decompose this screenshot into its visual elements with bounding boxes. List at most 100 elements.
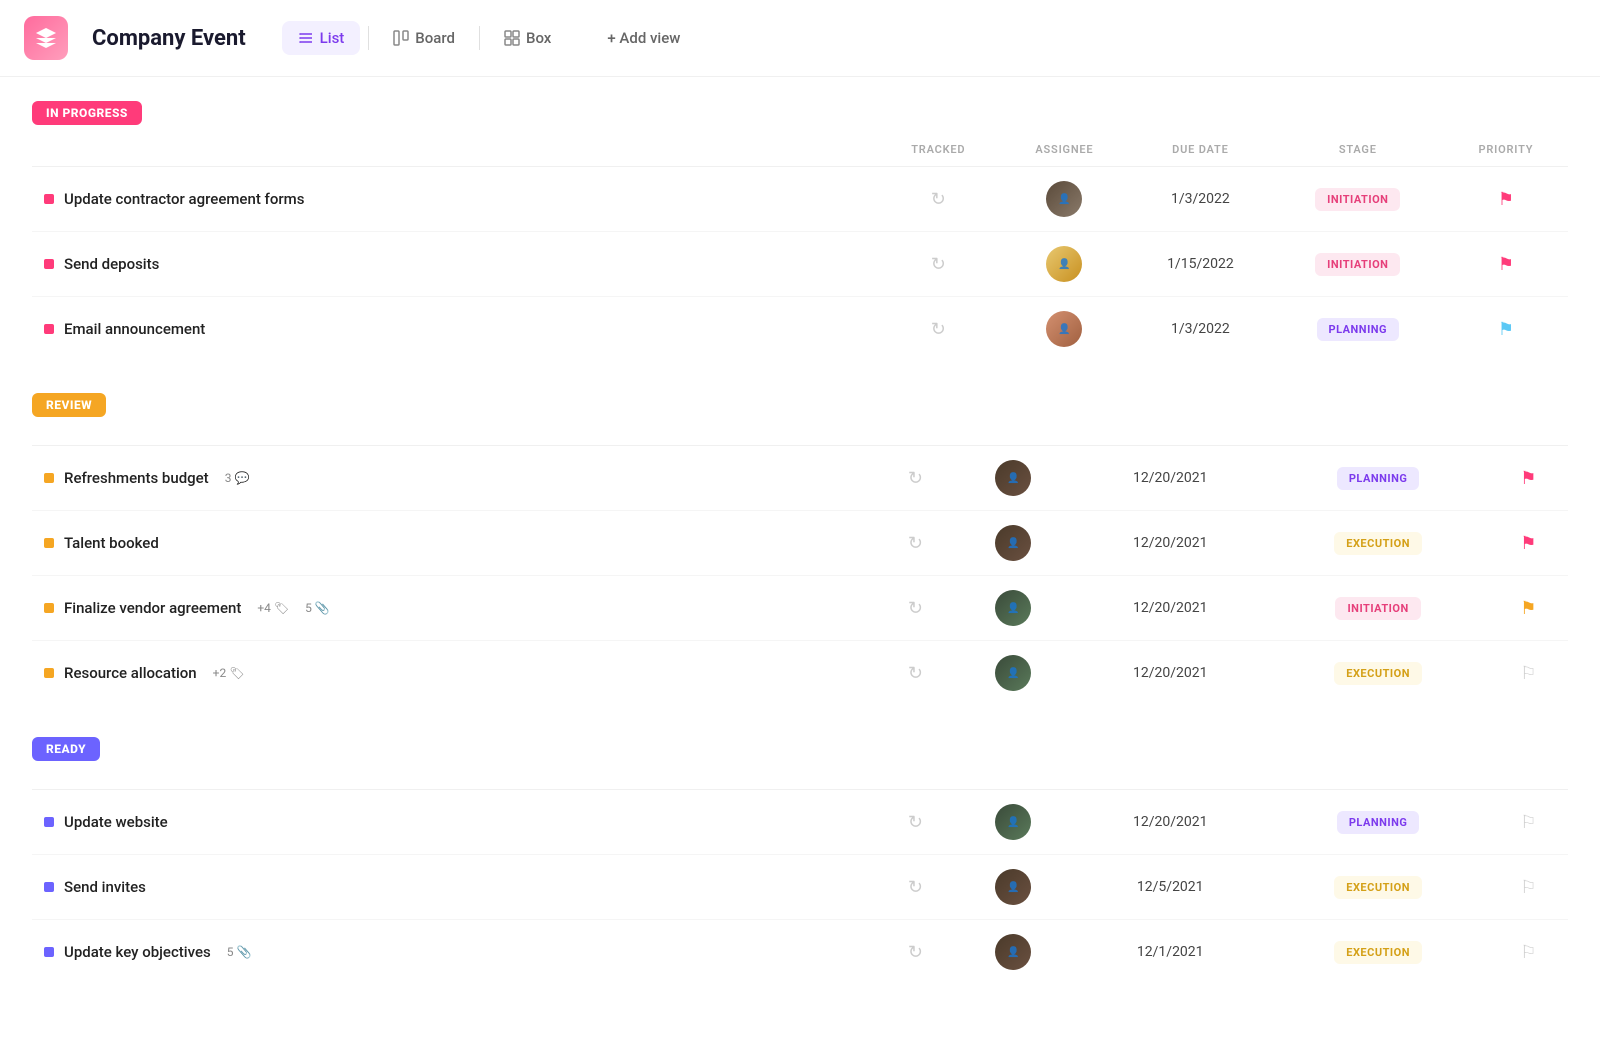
refresh-icon[interactable]: ↻ bbox=[908, 533, 923, 554]
priority-cell: ⚑ bbox=[1489, 511, 1568, 576]
stage-badge: INITIATION bbox=[1335, 597, 1420, 620]
tracked-cell: ↻ bbox=[877, 641, 954, 706]
priority-cell: ⚑ bbox=[1444, 167, 1568, 232]
table-row: Talent booked ↻ 👤 12/20/2021 EXECUTION bbox=[32, 511, 1568, 576]
col-assignee-r bbox=[954, 425, 1073, 446]
task-dot bbox=[44, 259, 54, 269]
stage-badge: EXECUTION bbox=[1334, 876, 1422, 899]
priority-cell: ⚑ bbox=[1444, 297, 1568, 362]
assignee-cell: 👤 bbox=[954, 446, 1073, 511]
stage-badge: EXECUTION bbox=[1334, 532, 1422, 555]
task-name[interactable]: Email announcement bbox=[64, 320, 205, 338]
due-date-cell: 1/3/2022 bbox=[1129, 167, 1272, 232]
task-name[interactable]: Talent booked bbox=[64, 534, 159, 552]
section-review: REVIEW Refreshments budget 3 bbox=[32, 393, 1568, 705]
task-name-cell: Finalize vendor agreement +4 🏷5 📎 bbox=[32, 576, 877, 641]
task-name[interactable]: Update contractor agreement forms bbox=[64, 190, 304, 208]
task-dot bbox=[44, 882, 54, 892]
table-row: Resource allocation +2 🏷 ↻ 👤 12/20/2021 … bbox=[32, 641, 1568, 706]
stage-cell: PLANNING bbox=[1268, 446, 1489, 511]
tab-list[interactable]: List bbox=[282, 21, 361, 55]
col-stage-r bbox=[1268, 425, 1489, 446]
section-label-ready: READY bbox=[32, 737, 100, 761]
avatar: 👤 bbox=[1046, 311, 1082, 347]
tag-icon: 🏷 bbox=[274, 601, 289, 615]
refresh-icon[interactable]: ↻ bbox=[931, 254, 946, 275]
refresh-icon[interactable]: ↻ bbox=[908, 812, 923, 833]
flag-blue-icon: ⚑ bbox=[1498, 319, 1514, 340]
stage-badge: PLANNING bbox=[1337, 811, 1420, 834]
stage-cell: EXECUTION bbox=[1268, 641, 1489, 706]
tracked-cell: ↻ bbox=[877, 232, 1000, 297]
tracked-cell: ↻ bbox=[877, 511, 954, 576]
tracked-cell: ↻ bbox=[877, 576, 954, 641]
col-due-date-rd bbox=[1073, 769, 1268, 790]
refresh-icon[interactable]: ↻ bbox=[908, 877, 923, 898]
task-name[interactable]: Finalize vendor agreement bbox=[64, 599, 241, 617]
col-task bbox=[32, 133, 877, 167]
add-view-button[interactable]: + Add view bbox=[591, 21, 696, 55]
due-date-cell: 1/15/2022 bbox=[1129, 232, 1272, 297]
task-name[interactable]: Resource allocation bbox=[64, 664, 197, 682]
flag-gray-icon: ⚐ bbox=[1520, 663, 1536, 684]
attach-icon: 📎 bbox=[236, 945, 251, 959]
table-row: Email announcement ↻ 👤 1/3/2022 PLANNING bbox=[32, 297, 1568, 362]
task-badge: 5 📎 bbox=[227, 945, 252, 959]
task-dot bbox=[44, 817, 54, 827]
refresh-icon[interactable]: ↻ bbox=[931, 189, 946, 210]
refresh-icon[interactable]: ↻ bbox=[931, 319, 946, 340]
table-row: Update contractor agreement forms ↻ 👤 1/… bbox=[32, 167, 1568, 232]
task-name[interactable]: Refreshments budget bbox=[64, 469, 209, 487]
task-dot bbox=[44, 603, 54, 613]
col-tracked: TRACKED bbox=[877, 133, 1000, 167]
attach-icon: 📎 bbox=[315, 601, 330, 615]
stage-badge: INITIATION bbox=[1315, 188, 1400, 211]
table-row: Refreshments budget 3 💬 ↻ 👤 12/20/2021 P… bbox=[32, 446, 1568, 511]
tab-board[interactable]: Board bbox=[377, 21, 471, 55]
refresh-icon[interactable]: ↻ bbox=[908, 598, 923, 619]
task-name-cell: Update key objectives 5 📎 bbox=[32, 920, 877, 985]
cube-icon bbox=[34, 26, 58, 50]
tracked-cell: ↻ bbox=[877, 855, 954, 920]
main-content: IN PROGRESS TRACKED ASSIGNEE DUE DATE ST… bbox=[0, 77, 1600, 1040]
task-name[interactable]: Update key objectives bbox=[64, 943, 211, 961]
tab-box[interactable]: Box bbox=[488, 21, 567, 55]
avatar: 👤 bbox=[995, 655, 1031, 691]
due-date-cell: 1/3/2022 bbox=[1129, 297, 1272, 362]
task-badge: 5 📎 bbox=[305, 601, 330, 615]
task-dot bbox=[44, 668, 54, 678]
stage-cell: PLANNING bbox=[1268, 790, 1489, 855]
refresh-icon[interactable]: ↻ bbox=[908, 942, 923, 963]
avatar: 👤 bbox=[1046, 246, 1082, 282]
page-title: Company Event bbox=[92, 26, 246, 51]
tag-icon: 🏷 bbox=[229, 666, 244, 680]
tab-divider-1 bbox=[368, 26, 369, 50]
refresh-icon[interactable]: ↻ bbox=[908, 663, 923, 684]
stage-badge: EXECUTION bbox=[1334, 941, 1422, 964]
task-badge: 3 💬 bbox=[225, 471, 250, 485]
task-dot bbox=[44, 947, 54, 957]
section-label-review: REVIEW bbox=[32, 393, 106, 417]
task-dot bbox=[44, 324, 54, 334]
due-date-cell: 12/1/2021 bbox=[1073, 920, 1268, 985]
task-name[interactable]: Update website bbox=[64, 813, 168, 831]
add-view-label: + Add view bbox=[607, 29, 680, 47]
board-icon bbox=[393, 30, 409, 46]
refresh-icon[interactable]: ↻ bbox=[908, 468, 923, 489]
priority-cell: ⚐ bbox=[1489, 641, 1568, 706]
assignee-cell: 👤 bbox=[954, 790, 1073, 855]
list-icon bbox=[298, 30, 314, 46]
stage-cell: INITIATION bbox=[1268, 576, 1489, 641]
task-name[interactable]: Send invites bbox=[64, 878, 146, 896]
avatar: 👤 bbox=[995, 460, 1031, 496]
tracked-cell: ↻ bbox=[877, 297, 1000, 362]
stage-cell: EXECUTION bbox=[1268, 511, 1489, 576]
assignee-cell: 👤 bbox=[954, 511, 1073, 576]
due-date-cell: 12/20/2021 bbox=[1073, 511, 1268, 576]
avatar: 👤 bbox=[1046, 181, 1082, 217]
box-icon bbox=[504, 30, 520, 46]
task-badge: +2 🏷 bbox=[213, 666, 245, 680]
tracked-cell: ↻ bbox=[877, 920, 954, 985]
task-name[interactable]: Send deposits bbox=[64, 255, 159, 273]
task-name-cell: Refreshments budget 3 💬 bbox=[32, 446, 877, 511]
